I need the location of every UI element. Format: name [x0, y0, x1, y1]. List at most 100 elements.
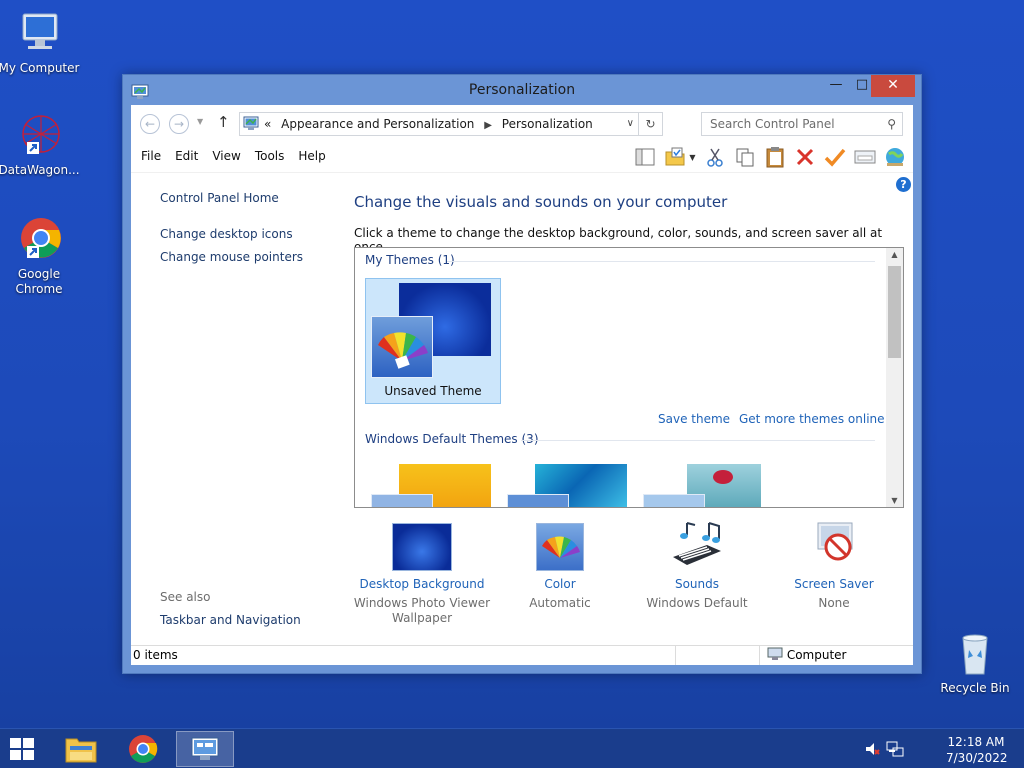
- desktop-background-setting[interactable]: Desktop Background Windows Photo Viewer …: [352, 521, 492, 626]
- desktop-background-value: Windows Photo Viewer Wallpaper: [353, 596, 491, 625]
- get-more-themes-link[interactable]: Get more themes online: [739, 412, 885, 426]
- control-panel-home-link[interactable]: Control Panel Home: [160, 191, 279, 205]
- sounds-icon: [667, 521, 727, 571]
- folder-options-icon[interactable]: ▼: [663, 145, 697, 169]
- menu-help[interactable]: Help: [298, 149, 325, 163]
- menu-bar: File Edit View Tools Help: [141, 149, 326, 163]
- desktop-icon-recycle-bin[interactable]: Recycle Bin: [933, 630, 1017, 696]
- cut-icon[interactable]: [703, 145, 727, 169]
- themes-scrollbar[interactable]: ▲ ▼: [886, 248, 903, 507]
- windows-logo-icon: [10, 738, 34, 760]
- search-icon[interactable]: ⚲: [887, 113, 896, 135]
- main-pane: Change the visuals and sounds on your co…: [352, 173, 904, 645]
- menu-tools[interactable]: Tools: [255, 149, 285, 163]
- back-button[interactable]: ←: [140, 114, 160, 134]
- system-tray: 12:18 AM 7/30/2022: [866, 729, 1024, 768]
- sounds-setting[interactable]: Sounds Windows Default: [627, 521, 767, 611]
- taskbar-control-panel[interactable]: [176, 731, 234, 767]
- control-panel-icon: [191, 737, 219, 760]
- start-button[interactable]: [0, 731, 50, 767]
- page-title: Change the visuals and sounds on your co…: [354, 193, 728, 211]
- desktop-background-icon: [392, 521, 452, 571]
- change-mouse-pointers-link[interactable]: Change mouse pointers: [160, 250, 303, 264]
- status-item-count: 0 items: [133, 648, 178, 662]
- theme-name: Unsaved Theme: [384, 384, 482, 398]
- menu-view[interactable]: View: [212, 149, 240, 163]
- layout-pane-icon[interactable]: [633, 145, 657, 169]
- status-zone: Computer: [767, 646, 846, 667]
- desktop-icon-my-computer[interactable]: My Computer: [0, 10, 81, 76]
- menu-edit[interactable]: Edit: [175, 149, 198, 163]
- screen-saver-setting[interactable]: Screen Saver None: [764, 521, 904, 611]
- forward-button[interactable]: →: [169, 114, 189, 134]
- change-desktop-icons-link[interactable]: Change desktop icons: [160, 227, 293, 241]
- theme-color-swatch: [643, 494, 705, 507]
- window-title: Personalization: [468, 82, 576, 98]
- breadcrumb-overflow[interactable]: «: [264, 117, 271, 131]
- desktop-icon-google-chrome[interactable]: Google Chrome: [0, 216, 81, 297]
- color-value: Automatic: [529, 596, 591, 610]
- breadcrumb-appearance[interactable]: Appearance and Personalization: [281, 117, 474, 131]
- check-icon[interactable]: [823, 145, 847, 169]
- theme-tile-default-1[interactable]: [367, 464, 491, 507]
- properties-icon[interactable]: [853, 145, 877, 169]
- refresh-button[interactable]: ↻: [638, 113, 662, 135]
- theme-tile-default-3[interactable]: [639, 464, 761, 507]
- screen-saver-value: None: [818, 596, 850, 610]
- recent-pages-dropdown[interactable]: ▼: [197, 117, 203, 126]
- screen-saver-label[interactable]: Screen Saver: [764, 577, 904, 591]
- taskbar-file-explorer[interactable]: [52, 731, 110, 767]
- status-bar: 0 items Computer: [131, 645, 913, 665]
- menu-toolbar-row: File Edit View Tools Help ▼ ?: [131, 143, 913, 192]
- minimize-button[interactable]: —: [823, 75, 849, 97]
- breadcrumb-personalization[interactable]: Personalization: [502, 117, 593, 131]
- address-bar[interactable]: « Appearance and Personalization ▶ Perso…: [239, 112, 663, 136]
- theme-tile-default-2[interactable]: [503, 464, 627, 507]
- network-icon[interactable]: [886, 740, 904, 761]
- taskbar-chrome[interactable]: [114, 731, 172, 767]
- desktop-icon-label: DataWagon...: [0, 163, 80, 177]
- group-divider: [447, 261, 875, 262]
- color-label[interactable]: Color: [490, 577, 630, 591]
- default-themes-group-label[interactable]: Windows Default Themes (3): [365, 432, 539, 446]
- sounds-label[interactable]: Sounds: [627, 577, 767, 591]
- scrollbar-thumb[interactable]: [888, 266, 901, 358]
- menu-file[interactable]: File: [141, 149, 161, 163]
- themes-list: My Themes (1) Unsaved Theme Save theme G…: [354, 247, 904, 508]
- status-divider: [675, 646, 676, 665]
- scroll-up-icon[interactable]: ▲: [886, 250, 903, 259]
- computer-icon: [15, 10, 63, 58]
- close-button[interactable]: ✕: [871, 75, 915, 97]
- up-button[interactable]: ↑: [217, 113, 230, 131]
- color-setting[interactable]: Color Automatic: [490, 521, 630, 611]
- chrome-icon: [129, 735, 158, 763]
- desktop-icon-label: Recycle Bin: [940, 681, 1010, 695]
- taskbar-navigation-link[interactable]: Taskbar and Navigation: [160, 613, 301, 627]
- screen-saver-icon: [804, 521, 864, 571]
- search-input[interactable]: Search Control Panel ⚲: [701, 112, 903, 136]
- theme-color-swatch: [507, 494, 569, 507]
- left-pane: Control Panel Home Change desktop icons …: [131, 173, 341, 645]
- status-divider: [759, 646, 760, 665]
- delete-icon[interactable]: [793, 145, 817, 169]
- scroll-down-icon[interactable]: ▼: [886, 496, 903, 505]
- desktop-background-label[interactable]: Desktop Background: [352, 577, 492, 591]
- desktop-icon-datawagon[interactable]: DataWagon...: [0, 112, 81, 178]
- control-panel-icon: [243, 116, 259, 131]
- network-globe-icon[interactable]: [883, 145, 907, 169]
- sounds-value: Windows Default: [646, 596, 748, 610]
- paste-icon[interactable]: [763, 145, 787, 169]
- status-zone-label: Computer: [786, 648, 847, 662]
- breadcrumb-separator-icon[interactable]: ▶: [484, 120, 492, 131]
- title-bar[interactable]: Personalization — □ ✕: [123, 75, 921, 105]
- volume-muted-icon[interactable]: [864, 741, 880, 760]
- recycle-bin-icon: [951, 630, 999, 678]
- copy-icon[interactable]: [733, 145, 757, 169]
- chrome-icon: [15, 216, 63, 264]
- save-theme-link[interactable]: Save theme: [658, 412, 730, 426]
- my-themes-group-label[interactable]: My Themes (1): [365, 253, 455, 267]
- theme-tile-unsaved[interactable]: Unsaved Theme: [365, 278, 501, 404]
- window-client-area: ← → ▼ ↑ « Appearance and Personalization…: [131, 105, 913, 665]
- clock[interactable]: 12:18 AM 7/30/2022: [946, 734, 1008, 766]
- address-dropdown-icon[interactable]: ∨: [627, 113, 634, 135]
